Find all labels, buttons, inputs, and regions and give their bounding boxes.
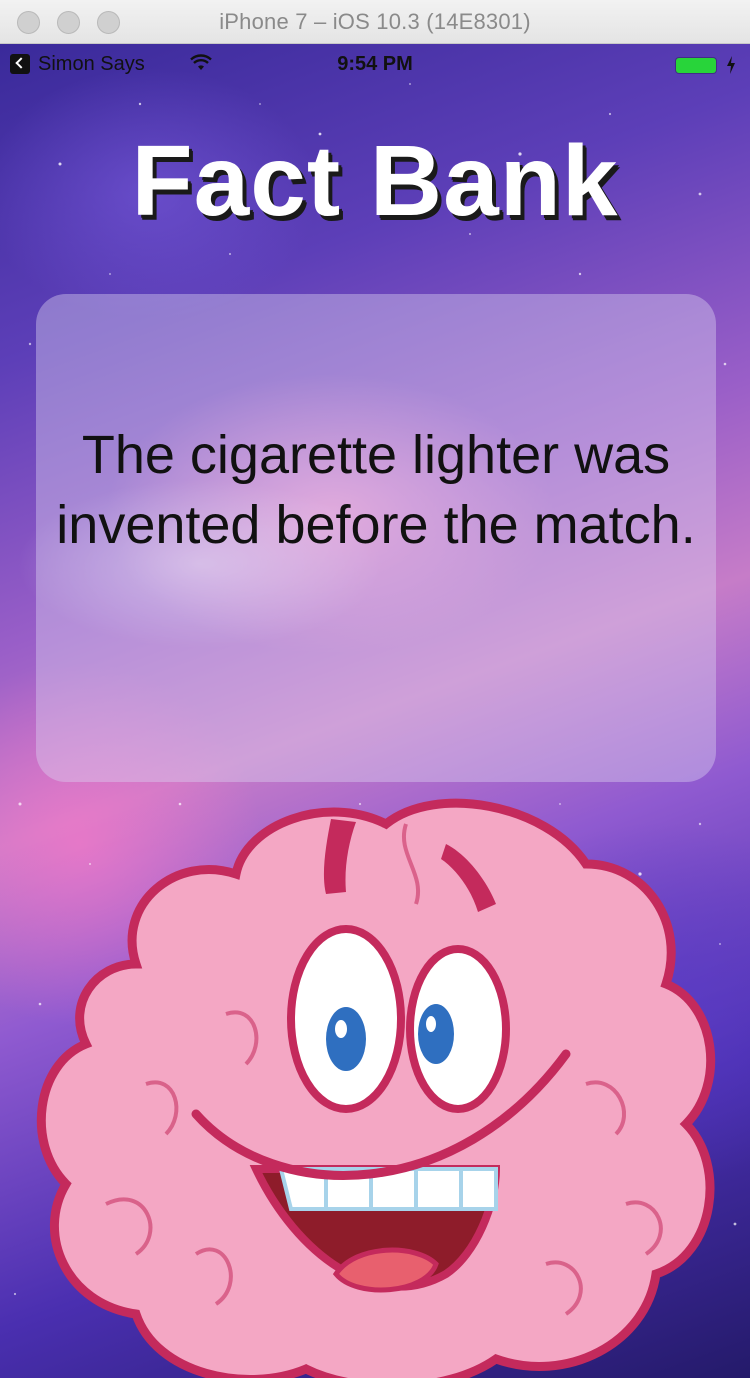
fact-card[interactable]: The cigarette lighter was invented befor… bbox=[36, 294, 716, 782]
simulator-window: iPhone 7 – iOS 10.3 (14E8301) Simon Says… bbox=[0, 0, 750, 1378]
status-clock: 9:54 PM bbox=[337, 53, 413, 75]
brain-mascot[interactable] bbox=[26, 784, 726, 1378]
status-bar: Simon Says 9:54 PM bbox=[0, 44, 750, 84]
phone-screen: Simon Says 9:54 PM Fact Bank The cigaret… bbox=[0, 44, 750, 1378]
window-titlebar: iPhone 7 – iOS 10.3 (14E8301) bbox=[0, 0, 750, 44]
charge-icon bbox=[727, 56, 735, 74]
battery-icon bbox=[676, 58, 716, 73]
app-title: Fact Bank bbox=[131, 125, 619, 237]
fact-text: The cigarette lighter was invented befor… bbox=[56, 425, 696, 556]
window-title: iPhone 7 – iOS 10.3 (14E8301) bbox=[219, 9, 531, 34]
